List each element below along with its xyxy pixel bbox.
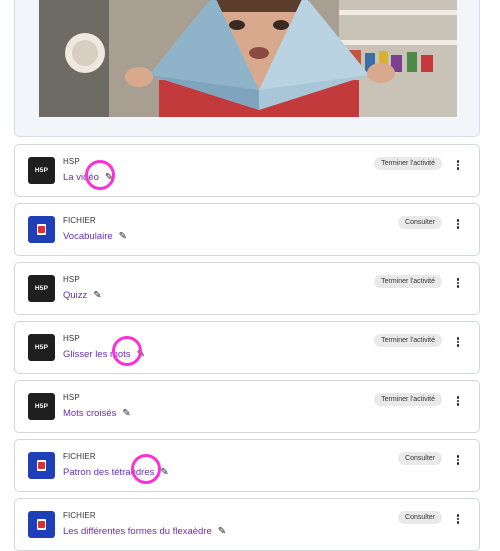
activity-link[interactable]: Patron des tétraèdres ✎ [63,467,169,478]
activity-type: FICHIER [63,452,96,461]
hsp-logo-text: H5P [34,285,49,292]
more-vertical-icon[interactable] [455,159,461,173]
activity-type: FICHIER [63,511,96,520]
activity-title[interactable]: La vidéo [63,172,99,183]
activity-type: HSP [63,393,80,402]
menu-dot [456,403,460,406]
pencil-icon[interactable]: ✎ [160,467,168,478]
activity-row[interactable]: H5P HSP Glisser les mots ✎ Terminer l'activi… [14,321,480,374]
activity-title[interactable]: Patron des tétraèdres [63,467,154,478]
more-vertical-icon[interactable] [455,454,461,468]
complete-activity-badge[interactable]: Terminer l'activité [374,275,442,288]
pencil-icon[interactable]: ✎ [105,172,113,183]
hsp-logo-icon: H5P [28,275,55,302]
more-vertical-icon[interactable] [455,513,461,527]
activity-title[interactable]: Quizz [63,290,87,301]
file-icon [28,216,55,243]
menu-dot [456,399,460,403]
menu-dot [456,337,460,340]
activity-link[interactable]: Vocabulaire ✎ [63,231,127,242]
menu-dot [456,167,460,170]
video-thumbnail [39,0,457,117]
hsp-logo-icon: H5P [28,157,55,184]
activity-row[interactable]: H5P HSP Quizz ✎ Terminer l'activité [14,262,480,315]
more-vertical-icon[interactable] [455,395,461,409]
consult-badge[interactable]: Consulter [398,452,442,465]
menu-dot [456,396,460,399]
pencil-icon[interactable]: ✎ [218,526,226,537]
menu-dot [456,458,460,462]
menu-dot [456,160,460,163]
file-glyph [37,519,46,530]
complete-activity-badge[interactable]: Terminer l'activité [374,334,442,347]
activity-row[interactable]: FICHIER Vocabulaire ✎ Consulter [14,203,480,256]
menu-dot [456,514,460,517]
complete-activity-badge[interactable]: Terminer l'activité [374,157,442,170]
hsp-logo-text: H5P [34,403,49,410]
pencil-icon[interactable]: ✎ [137,349,145,360]
hsp-logo-icon: H5P [28,393,55,420]
menu-dot [456,222,460,226]
complete-activity-badge[interactable]: Terminer l'activité [374,393,442,406]
menu-dot [456,285,460,288]
menu-dot [456,462,460,465]
hsp-logo-icon: H5P [28,334,55,361]
activity-row[interactable]: H5P HSP La vidéo ✎ Terminer l'activité [14,144,480,197]
activity-type: HSP [63,275,80,284]
activity-title[interactable]: Glisser les mots [63,349,131,360]
activity-row[interactable]: H5P HSP Mots croisés ✎ Terminer l'activité [14,380,480,433]
menu-dot [456,278,460,281]
consult-badge[interactable]: Consulter [398,216,442,229]
file-icon [28,452,55,479]
menu-dot [456,281,460,285]
menu-dot [456,340,460,344]
consult-badge[interactable]: Consulter [398,511,442,524]
hsp-logo-text: H5P [34,344,49,351]
menu-dot [456,455,460,458]
activity-row[interactable]: FICHIER Les différentes formes du flexaèd… [14,498,480,551]
pencil-icon[interactable]: ✎ [122,408,130,419]
file-glyph [37,224,46,235]
activity-link[interactable]: Glisser les mots ✎ [63,349,145,360]
video-player[interactable] [39,0,457,117]
menu-dot [456,163,460,167]
video-preview-card [14,0,480,137]
activity-title[interactable]: Les différentes formes du flexaèdre [63,526,212,537]
activity-link[interactable]: La vidéo ✎ [63,172,113,183]
more-vertical-icon[interactable] [455,277,461,291]
activity-type: FICHIER [63,216,96,225]
activity-row[interactable]: FICHIER Patron des tétraèdres ✎ Consulter [14,439,480,492]
pencil-icon[interactable]: ✎ [119,231,127,242]
pencil-icon[interactable]: ✎ [93,290,101,301]
activity-title[interactable]: Mots croisés [63,408,116,419]
menu-dot [456,517,460,521]
file-glyph [37,460,46,471]
activity-link[interactable]: Mots croisés ✎ [63,408,131,419]
activity-title[interactable]: Vocabulaire [63,231,113,242]
activity-link[interactable]: Les différentes formes du flexaèdre ✎ [63,526,226,537]
activity-link[interactable]: Quizz ✎ [63,290,102,301]
activity-type: HSP [63,157,80,166]
menu-dot [456,219,460,222]
activity-type: HSP [63,334,80,343]
more-vertical-icon[interactable] [455,336,461,350]
menu-dot [456,521,460,524]
file-icon [28,511,55,538]
more-vertical-icon[interactable] [455,218,461,232]
menu-dot [456,344,460,347]
menu-dot [456,226,460,229]
hsp-logo-text: H5P [34,167,49,174]
